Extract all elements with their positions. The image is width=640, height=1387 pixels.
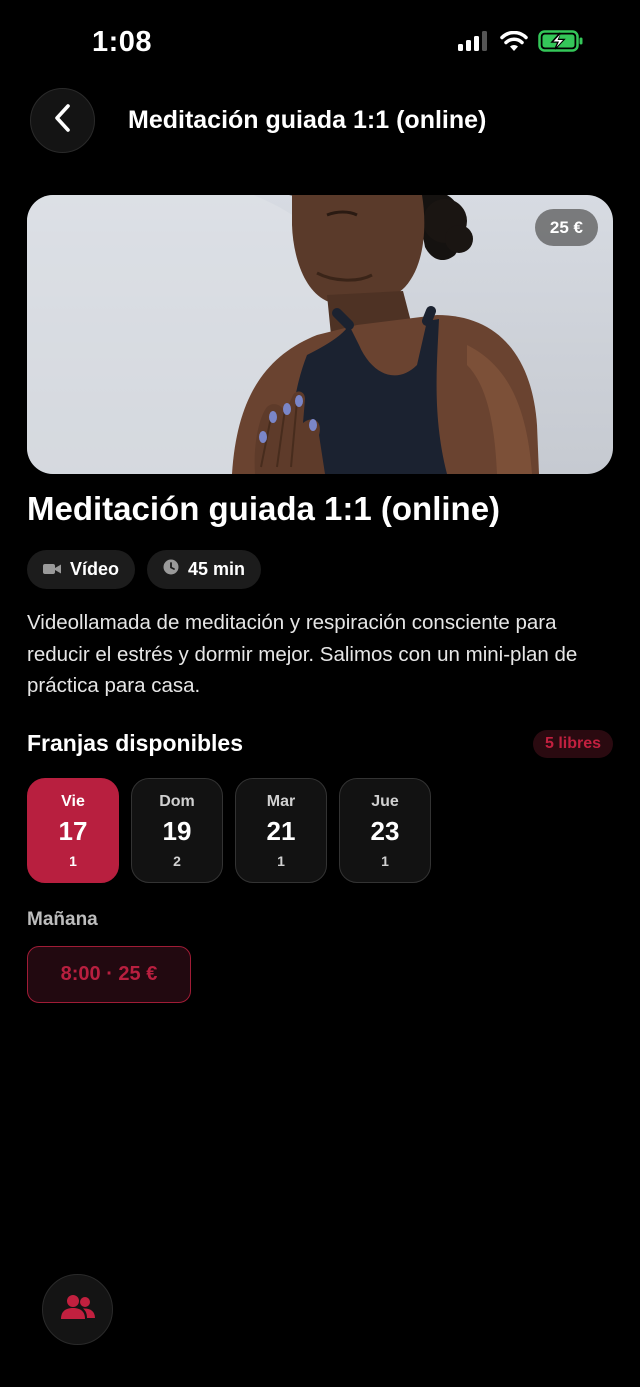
day-slot-count: 1 (381, 852, 389, 869)
day-name: Mar (266, 792, 296, 810)
format-chip-label: Vídeo (70, 559, 120, 579)
day-slot-count: 2 (173, 852, 181, 869)
hero-image: 25 € (27, 195, 613, 474)
service-description: Videollamada de meditación y respiración… (27, 611, 578, 697)
day-number: 19 (162, 815, 192, 846)
day-option-dom-19[interactable]: Dom 19 2 (131, 778, 223, 883)
price-badge: 25 € (534, 209, 598, 246)
day-name: Dom (159, 792, 195, 810)
format-chip: Vídeo (27, 550, 136, 589)
people-icon (60, 1294, 96, 1325)
status-bar: 1:08 (0, 0, 640, 88)
slots-section-title: Franjas disponibles (27, 730, 243, 756)
day-slot-count: 1 (69, 852, 77, 869)
chevron-left-icon (52, 103, 74, 138)
clock-icon (163, 559, 179, 580)
day-number: 23 (370, 815, 400, 846)
day-option-mar-21[interactable]: Mar 21 1 (235, 778, 327, 883)
status-time: 1:08 (92, 26, 153, 58)
day-slot-count: 1 (277, 852, 285, 869)
meditation-photo (27, 195, 539, 474)
day-name: Jue (371, 792, 399, 810)
duration-chip: 45 min (147, 550, 262, 589)
header-title: Meditación guiada 1:1 (online) (128, 106, 487, 134)
people-button[interactable] (42, 1274, 113, 1345)
service-title: Meditación guiada 1:1 (online) (27, 490, 501, 527)
day-number: 17 (58, 815, 88, 846)
back-button[interactable] (30, 88, 95, 153)
cellular-signal-icon (458, 31, 490, 56)
video-camera-icon (43, 559, 61, 580)
status-icons (458, 30, 584, 57)
duration-chip-label: 45 min (188, 559, 246, 579)
period-label: Mañana (27, 909, 98, 930)
day-name: Vie (61, 792, 85, 810)
screen: 1:08 Meditación guiada 1:1 (online) 25 €… (0, 0, 640, 1387)
day-selector: Vie 17 1 Dom 19 2 Mar 21 1 Jue 23 1 (27, 778, 431, 883)
info-chips: Vídeo 45 min (27, 550, 262, 589)
wifi-icon (500, 30, 528, 57)
time-slot-button[interactable]: 8:00 · 25 € (27, 946, 191, 1003)
free-slots-badge: 5 libres (532, 730, 613, 758)
battery-charging-icon (538, 30, 584, 57)
day-option-jue-23[interactable]: Jue 23 1 (339, 778, 431, 883)
day-number: 21 (266, 815, 296, 846)
day-option-vie-17[interactable]: Vie 17 1 (27, 778, 119, 883)
